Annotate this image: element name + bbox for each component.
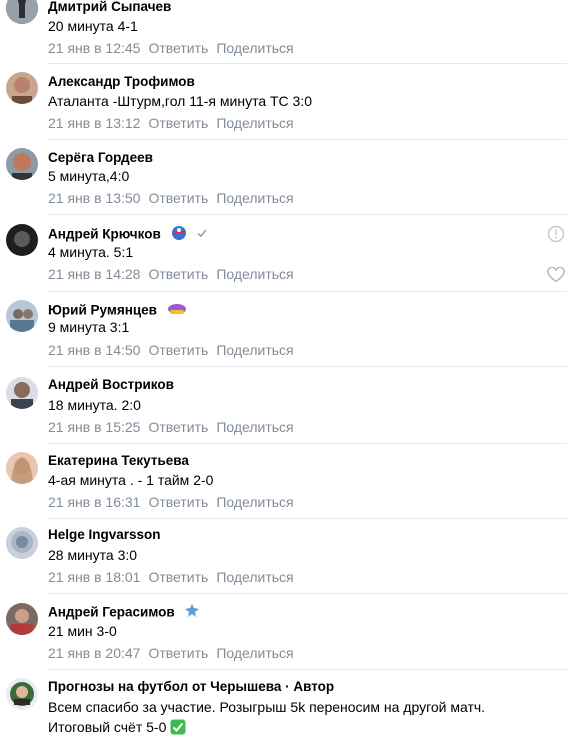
avatar[interactable] bbox=[6, 72, 38, 104]
comment-meta: 21 янв в 15:25 Ответить Поделиться bbox=[48, 418, 302, 436]
separator bbox=[48, 518, 567, 519]
comment-author[interactable]: Helge Ingvarsson bbox=[48, 527, 161, 543]
share-button[interactable]: Поделиться bbox=[216, 342, 293, 358]
checkmark-icon bbox=[196, 227, 208, 243]
avatar[interactable] bbox=[6, 603, 38, 635]
comment-text: 4 минута. 5:1 bbox=[48, 244, 134, 260]
comment-text-2: Итоговый счёт 5-0 bbox=[48, 719, 167, 735]
heart-icon[interactable] bbox=[547, 266, 565, 288]
share-button[interactable]: Поделиться bbox=[216, 266, 293, 282]
comment-author[interactable]: Прогнозы на футбол от Черышева · Автор bbox=[48, 679, 334, 695]
comment-text-line2: Итоговый счёт 5-0 bbox=[48, 717, 186, 740]
reply-button[interactable]: Ответить bbox=[148, 494, 208, 510]
comment-meta: 21 янв в 12:45 Ответить Поделиться bbox=[48, 39, 302, 57]
reply-button[interactable]: Ответить bbox=[148, 569, 208, 585]
comment-author[interactable]: Юрий Румянцев bbox=[48, 303, 157, 318]
comment-meta: 21 янв в 13:12 Ответить Поделиться bbox=[48, 114, 302, 132]
comment-date[interactable]: 21 янв в 18:01 bbox=[48, 569, 140, 585]
comment-text: 4-ая минута . - 1 тайм 2-0 bbox=[48, 472, 214, 488]
share-button[interactable]: Поделиться bbox=[216, 645, 293, 661]
share-button[interactable]: Поделиться bbox=[216, 419, 293, 435]
separator bbox=[48, 669, 567, 670]
separator bbox=[48, 443, 567, 444]
reply-button[interactable]: Ответить bbox=[148, 266, 208, 282]
separator bbox=[48, 139, 567, 140]
reply-button[interactable]: Ответить bbox=[148, 40, 208, 56]
share-button[interactable]: Поделиться bbox=[216, 190, 293, 206]
comment-meta: 21 янв в 16:31 Ответить Поделиться bbox=[48, 493, 302, 511]
reply-button[interactable]: Ответить bbox=[148, 190, 208, 206]
comment-text: Аталанта -Штурм,гол 11-я минута ТС 3:0 bbox=[48, 93, 313, 109]
comment-date[interactable]: 21 янв в 14:28 bbox=[48, 266, 140, 282]
comment-text: 20 минута 4-1 bbox=[48, 18, 138, 34]
separator bbox=[48, 63, 567, 64]
separator bbox=[48, 214, 567, 215]
sticker-icon bbox=[167, 301, 187, 321]
separator bbox=[48, 593, 567, 594]
comment-text: Всем спасибо за участие. Розыгрыш 5k пер… bbox=[48, 699, 486, 715]
share-button[interactable]: Поделиться bbox=[216, 115, 293, 131]
avatar[interactable] bbox=[6, 527, 38, 559]
comment-date[interactable]: 21 янв в 14:50 bbox=[48, 342, 140, 358]
snowflake-icon bbox=[184, 603, 200, 623]
comment-date[interactable]: 21 янв в 13:12 bbox=[48, 115, 140, 131]
comment-text: 21 мин 3-0 bbox=[48, 623, 117, 639]
comment-author[interactable]: Андрей Герасимов bbox=[48, 605, 175, 620]
comment-text: 5 минута,4:0 bbox=[48, 168, 130, 184]
comment-date[interactable]: 21 янв в 12:45 bbox=[48, 40, 140, 56]
comment-date[interactable]: 21 янв в 16:31 bbox=[48, 494, 140, 510]
comment-author[interactable]: Серёга Гордеев bbox=[48, 150, 153, 166]
avatar[interactable] bbox=[6, 224, 38, 256]
avatar[interactable] bbox=[6, 452, 38, 484]
comment-meta: 21 янв в 20:47 Ответить Поделиться bbox=[48, 644, 302, 662]
comment-text: 18 минута. 2:0 bbox=[48, 397, 141, 413]
comment-meta: 21 янв в 14:50 Ответить Поделиться bbox=[48, 341, 302, 359]
share-button[interactable]: Поделиться bbox=[216, 40, 293, 56]
avatar[interactable] bbox=[6, 0, 38, 24]
avatar[interactable] bbox=[6, 678, 38, 710]
comment-date[interactable]: 21 янв в 13:50 bbox=[48, 190, 140, 206]
comment-meta: 21 янв в 18:01 Ответить Поделиться bbox=[48, 568, 302, 586]
share-button[interactable]: Поделиться bbox=[216, 494, 293, 510]
comment-author[interactable]: Андрей Востриков bbox=[48, 377, 174, 393]
share-button[interactable]: Поделиться bbox=[216, 569, 293, 585]
captain-america-icon bbox=[171, 225, 187, 245]
comment-date[interactable]: 21 янв в 15:25 bbox=[48, 419, 140, 435]
separator bbox=[48, 291, 567, 292]
comment-author[interactable]: Андрей Крючков bbox=[48, 227, 161, 242]
comment-author[interactable]: Дмитрий Сыпачев bbox=[48, 0, 171, 15]
comment-text: 28 минута 3:0 bbox=[48, 547, 138, 563]
reply-button[interactable]: Ответить bbox=[148, 342, 208, 358]
comment-author[interactable]: Екатерина Текутьева bbox=[48, 453, 189, 469]
comments-list: Дмитрий Сыпачев 20 минута 4-1 21 янв в 1… bbox=[0, 0, 571, 736]
avatar[interactable] bbox=[6, 300, 38, 332]
avatar[interactable] bbox=[6, 148, 38, 180]
comment-meta: 21 янв в 13:50 Ответить Поделиться bbox=[48, 189, 302, 207]
reply-button[interactable]: Ответить bbox=[148, 419, 208, 435]
separator bbox=[48, 366, 567, 367]
reply-button[interactable]: Ответить bbox=[148, 645, 208, 661]
comment-author[interactable]: Александр Трофимов bbox=[48, 74, 195, 90]
comment-date[interactable]: 21 янв в 20:47 bbox=[48, 645, 140, 661]
comment-text: 9 минута 3:1 bbox=[48, 319, 130, 335]
exclamation-circle-icon[interactable] bbox=[547, 225, 565, 248]
reply-button[interactable]: Ответить bbox=[148, 115, 208, 131]
comment-meta: 21 янв в 14:28 Ответить Поделиться bbox=[48, 265, 302, 283]
check-emoji bbox=[170, 719, 186, 740]
avatar[interactable] bbox=[6, 377, 38, 409]
comment-author-row: Андрей Герасимов bbox=[48, 603, 200, 623]
